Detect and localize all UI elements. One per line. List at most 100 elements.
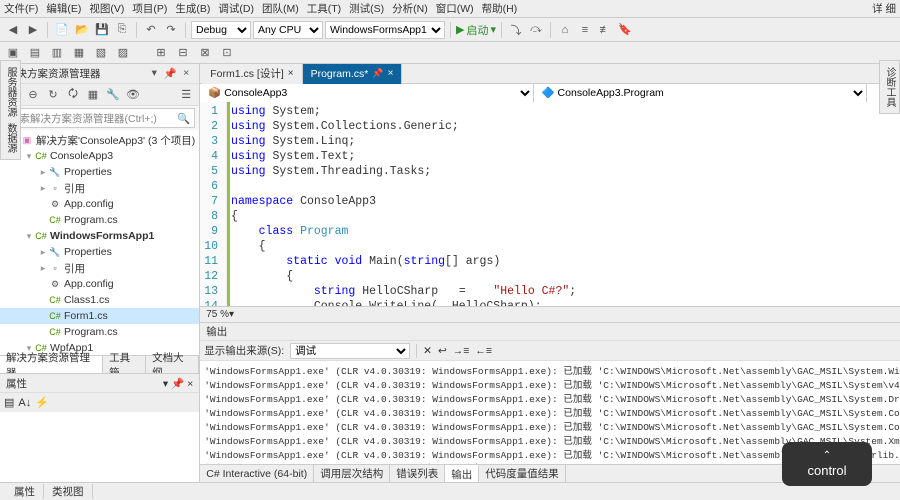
detail-link[interactable]: 详 细 xyxy=(872,1,896,16)
save-icon[interactable]: 💾 xyxy=(93,21,111,39)
startup-dropdown[interactable]: WindowsFormsApp1 xyxy=(325,21,445,39)
refresh-icon[interactable]: 🗘 xyxy=(64,86,82,104)
left-tab[interactable]: 文档大纲 xyxy=(146,356,199,373)
right-dock-tabs[interactable]: 诊断工具 xyxy=(879,60,900,114)
bottom-tab[interactable]: 代码度量值结果 xyxy=(479,465,566,482)
categorize-icon[interactable]: ▤ xyxy=(4,396,14,409)
expand-icon[interactable]: ▸ xyxy=(38,167,48,178)
code-editor[interactable]: 12345678910111213141516171819 using Syst… xyxy=(200,102,900,306)
tool-icon[interactable]: ▧ xyxy=(92,44,110,62)
bottom-tab[interactable]: 错误列表 xyxy=(390,465,445,482)
wrap-icon[interactable]: ↩ xyxy=(438,345,447,357)
expand-icon[interactable]: ▸ xyxy=(38,263,48,274)
uncomment-icon[interactable]: ≢ xyxy=(596,21,614,39)
tool-icon[interactable]: ▣ xyxy=(4,44,22,62)
pin-icon[interactable]: 📌 xyxy=(171,378,184,390)
tree-node[interactable]: ▸🔧Properties xyxy=(0,164,199,180)
document-tab[interactable]: Program.cs*📌× xyxy=(303,64,403,84)
code-line[interactable]: { xyxy=(231,269,576,284)
code-line[interactable]: using System.Linq; xyxy=(231,134,576,149)
new-project-icon[interactable]: 📄 xyxy=(53,21,71,39)
close-icon[interactable]: × xyxy=(288,68,294,79)
comment-icon[interactable]: ≡ xyxy=(576,21,594,39)
close-icon[interactable]: × xyxy=(187,378,193,390)
menu-item[interactable]: 帮助(H) xyxy=(482,1,518,16)
tree-node[interactable]: ▸▫引用 xyxy=(0,260,199,276)
left-dock-tabs[interactable]: 服务器资源数据源 xyxy=(0,60,21,160)
tree-node[interactable]: C#Form1.cs xyxy=(0,308,199,324)
tool-icon[interactable]: ▦ xyxy=(70,44,88,62)
menu-item[interactable]: 工具(T) xyxy=(307,1,341,16)
tree-node[interactable]: ▾C#WindowsFormsApp1 xyxy=(0,228,199,244)
tree-node[interactable]: ⚙App.config xyxy=(0,196,199,212)
menu-item[interactable]: 测试(S) xyxy=(349,1,384,16)
menu-item[interactable]: 文件(F) xyxy=(4,1,38,16)
menu-item[interactable]: 项目(P) xyxy=(132,1,167,16)
clear-icon[interactable]: ✕ xyxy=(423,345,432,357)
status-tab[interactable]: 类视图 xyxy=(44,484,93,499)
start-button[interactable]: ▶ 启动 ▾ xyxy=(456,22,496,38)
undo-icon[interactable]: ↶ xyxy=(142,21,160,39)
view-dropdown-icon[interactable]: ☰ xyxy=(177,86,195,104)
step-over-icon[interactable]: ⤼ xyxy=(527,21,545,39)
step-into-icon[interactable]: ⤵ xyxy=(507,21,525,39)
tool-icon[interactable]: ▤ xyxy=(26,44,44,62)
menu-item[interactable]: 调试(D) xyxy=(218,1,254,16)
sync-icon[interactable]: ↻ xyxy=(44,86,62,104)
menu-item[interactable]: 团队(M) xyxy=(262,1,299,16)
tree-node[interactable]: C#Program.cs xyxy=(0,212,199,228)
go-to-prev-icon[interactable]: ←≡ xyxy=(475,345,492,357)
extensions-icon[interactable]: ⌂ xyxy=(556,21,574,39)
close-icon[interactable]: × xyxy=(388,68,394,79)
tool-icon[interactable]: ▨ xyxy=(114,44,132,62)
tree-node[interactable]: ▸▫引用 xyxy=(0,180,199,196)
expand-icon[interactable]: ▾ xyxy=(24,231,34,242)
open-file-icon[interactable]: 📂 xyxy=(73,21,91,39)
tool-icon[interactable]: ▥ xyxy=(48,44,66,62)
events-icon[interactable]: ⚡ xyxy=(35,396,49,409)
expand-icon[interactable]: ▾ xyxy=(24,151,34,162)
code-line[interactable]: static void Main(string[] args) xyxy=(231,254,576,269)
show-all-icon[interactable]: ▦ xyxy=(84,86,102,104)
dock-tab[interactable]: 服务器资源 xyxy=(3,67,18,117)
code-line[interactable]: class Program xyxy=(231,224,576,239)
close-icon[interactable]: × xyxy=(179,67,193,80)
code-line[interactable]: using System.Threading.Tasks; xyxy=(231,164,576,179)
code-line[interactable]: using System.Text; xyxy=(231,149,576,164)
go-to-icon[interactable]: →≡ xyxy=(453,345,470,357)
code-line[interactable]: { xyxy=(231,239,576,254)
nav-project-dropdown[interactable]: 📦 ConsoleApp3 xyxy=(200,84,533,102)
bottom-tab[interactable]: C# Interactive (64-bit) xyxy=(200,465,314,482)
preview-icon[interactable]: 👁 xyxy=(124,86,142,104)
config-dropdown[interactable]: Debug xyxy=(191,21,251,39)
pin-icon[interactable]: 📌 xyxy=(163,67,177,80)
tree-node[interactable]: C#Program.cs xyxy=(0,324,199,340)
code-line[interactable]: { xyxy=(231,209,576,224)
document-tab[interactable]: Form1.cs [设计]× xyxy=(202,64,302,84)
collapse-icon[interactable]: ⊖ xyxy=(24,86,42,104)
pin-icon[interactable]: 📌 xyxy=(372,68,383,79)
code-line[interactable]: namespace ConsoleApp3 xyxy=(231,194,576,209)
tool-icon[interactable]: ⊞ xyxy=(152,44,170,62)
left-tab[interactable]: 工具箱 xyxy=(103,356,146,373)
navigate-back-icon[interactable]: ◀ xyxy=(4,21,22,39)
tool-icon[interactable]: ⊡ xyxy=(218,44,236,62)
bottom-tab[interactable]: 调用层次结构 xyxy=(314,465,390,482)
left-tab[interactable]: 解决方案资源管理器 xyxy=(0,356,103,373)
code-area[interactable]: using System;using System.Collections.Ge… xyxy=(227,102,580,306)
code-line[interactable]: using System.Collections.Generic; xyxy=(231,119,576,134)
solution-search-input[interactable]: 搜索解决方案资源管理器(Ctrl+;) 🔍 xyxy=(4,108,195,128)
save-all-icon[interactable]: ⎘ xyxy=(113,21,131,39)
menu-item[interactable]: 生成(B) xyxy=(175,1,210,16)
tree-node[interactable]: ▾C#ConsoleApp3 xyxy=(0,148,199,164)
code-line[interactable]: using System; xyxy=(231,104,576,119)
tree-node[interactable]: ▾▣解决方案'ConsoleApp3' (3 个项目) xyxy=(0,132,199,148)
navigate-fwd-icon[interactable]: ▶ xyxy=(24,21,42,39)
platform-dropdown[interactable]: Any CPU xyxy=(253,21,323,39)
dock-tab[interactable]: 数据源 xyxy=(3,123,18,153)
dropdown-icon[interactable]: ▾ xyxy=(147,67,161,80)
menu-item[interactable]: 编辑(E) xyxy=(46,1,81,16)
alphabetical-icon[interactable]: A↓ xyxy=(18,397,31,409)
menu-item[interactable]: 视图(V) xyxy=(89,1,124,16)
expand-icon[interactable]: ▸ xyxy=(38,247,48,258)
